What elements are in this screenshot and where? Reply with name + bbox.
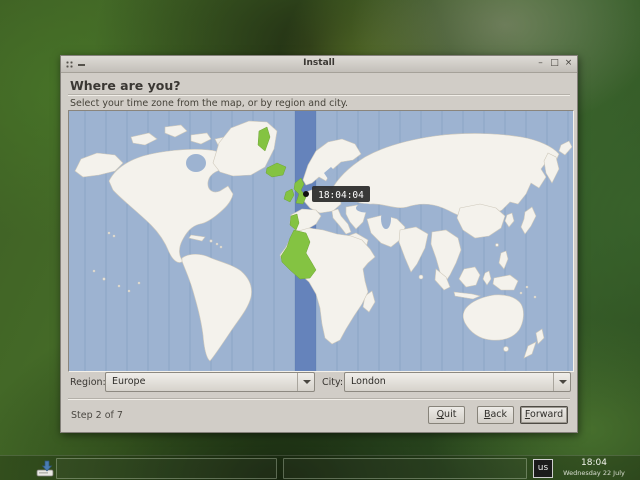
install-window: Install – □ × Where are you? Select your…	[60, 55, 578, 433]
quit-button[interactable]: Quit	[428, 406, 465, 424]
install-disk-icon	[36, 460, 54, 477]
city-value: London	[351, 376, 386, 387]
forward-label: orward	[530, 409, 564, 420]
city-marker	[303, 191, 309, 197]
time-tooltip: 18:04:04	[312, 186, 370, 202]
page-subtitle: Select your time zone from the map, or b…	[70, 98, 349, 109]
region-value: Europe	[112, 376, 146, 387]
minimize-button[interactable]: –	[535, 57, 546, 70]
timezone-map[interactable]: 18:04:04	[68, 110, 574, 372]
header-separator	[68, 94, 570, 96]
chevron-down-icon	[553, 373, 570, 391]
region-dropdown[interactable]: Europe	[105, 372, 315, 392]
maximize-button[interactable]: □	[549, 57, 560, 70]
quit-mnemonic: Q	[436, 409, 445, 420]
window-titlebar[interactable]: Install – □ ×	[61, 56, 577, 73]
keyboard-layout-indicator[interactable]: us	[533, 459, 553, 478]
footer-separator	[68, 398, 570, 400]
window-title: Install	[303, 58, 335, 68]
region-label: Region:	[70, 377, 106, 388]
time-tooltip-text: 18:04:04	[318, 190, 364, 201]
city-dropdown[interactable]: London	[344, 372, 571, 392]
city-label: City:	[322, 377, 344, 388]
page-title: Where are you?	[70, 78, 181, 93]
taskbar-window-button[interactable]	[56, 458, 277, 479]
clock-date: Wednesday 22 July	[563, 469, 625, 477]
step-indicator: Step 2 of 7	[71, 410, 123, 421]
window-controls: – □ ×	[535, 57, 574, 70]
back-label: ack	[490, 409, 508, 420]
close-button[interactable]: ×	[563, 57, 574, 70]
taskbar-window-button[interactable]	[283, 458, 527, 479]
forward-button[interactable]: Forward	[520, 406, 568, 424]
taskbar: us 18:04 Wednesday 22 July	[0, 455, 640, 480]
chevron-down-icon	[297, 373, 314, 391]
quit-label: uit	[444, 409, 457, 420]
clock-applet[interactable]: 18:04 Wednesday 22 July	[556, 458, 632, 478]
clock-time: 18:04	[581, 458, 607, 468]
back-button[interactable]: Back	[477, 406, 514, 424]
desktop: { "window": { "title": "Install", "contr…	[0, 0, 640, 480]
